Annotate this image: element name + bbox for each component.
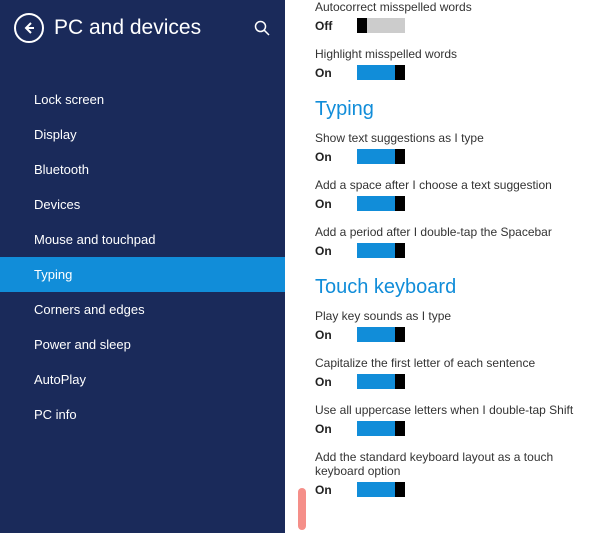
- settings-group: Touch keyboard Play key sounds as I type O…: [315, 276, 580, 497]
- sidebar-item-mouse-and-touchpad[interactable]: Mouse and touchpad: [0, 222, 285, 257]
- toggle-switch[interactable]: [357, 18, 405, 33]
- setting-state-row: On: [315, 327, 580, 342]
- setting-label: Autocorrect misspelled words: [315, 0, 580, 14]
- toggle-switch[interactable]: [357, 65, 405, 80]
- setting-label: Use all uppercase letters when I double-…: [315, 403, 580, 417]
- sidebar-item-typing[interactable]: Typing: [0, 257, 285, 292]
- setting-label: Add the standard keyboard layout as a to…: [315, 450, 580, 478]
- page-title: PC and devices: [54, 16, 253, 40]
- toggle-switch[interactable]: [357, 196, 405, 211]
- sidebar-item-label: Devices: [34, 197, 80, 212]
- setting-state-row: On: [315, 421, 580, 436]
- arrow-left-icon: [22, 21, 36, 35]
- setting-state-text: On: [315, 66, 357, 80]
- settings-content: Autocorrect misspelled words Off Highlight…: [285, 0, 600, 533]
- setting-state-row: On: [315, 196, 580, 211]
- toggle-switch[interactable]: [357, 421, 405, 436]
- setting-label: Add a period after I double-tap the Spac…: [315, 225, 580, 239]
- setting-state-text: On: [315, 422, 357, 436]
- setting-state-row: On: [315, 482, 580, 497]
- setting-label: Highlight misspelled words: [315, 47, 580, 61]
- sidebar-item-label: Bluetooth: [34, 162, 89, 177]
- setting-label: Add a space after I choose a text sugges…: [315, 178, 580, 192]
- sidebar-item-bluetooth[interactable]: Bluetooth: [0, 152, 285, 187]
- sidebar-item-label: Power and sleep: [34, 337, 131, 352]
- setting-state-text: On: [315, 150, 357, 164]
- sidebar-item-label: Typing: [34, 267, 72, 282]
- search-button[interactable]: [253, 19, 271, 37]
- toggle-switch[interactable]: [357, 243, 405, 258]
- sidebar-header: PC and devices: [0, 0, 285, 56]
- section-title: Touch keyboard: [315, 276, 580, 299]
- toggle-switch[interactable]: [357, 374, 405, 389]
- settings-group: Typing Show text suggestions as I type On A…: [315, 98, 580, 258]
- setting-state-text: Off: [315, 19, 357, 33]
- sidebar-item-corners-and-edges[interactable]: Corners and edges: [0, 292, 285, 327]
- setting-row: Highlight misspelled words On: [315, 47, 580, 80]
- sidebar-item-devices[interactable]: Devices: [0, 187, 285, 222]
- setting-state-row: On: [315, 149, 580, 164]
- setting-row: Play key sounds as I type On: [315, 309, 580, 342]
- settings-group: Autocorrect misspelled words Off Highlight…: [315, 0, 580, 80]
- setting-row: Use all uppercase letters when I double-…: [315, 403, 580, 436]
- sidebar: PC and devices Lock screen Display Bluetoo…: [0, 0, 285, 533]
- sidebar-item-label: Lock screen: [34, 92, 104, 107]
- sidebar-item-label: PC info: [34, 407, 77, 422]
- setting-state-row: On: [315, 65, 580, 80]
- sidebar-item-autoplay[interactable]: AutoPlay: [0, 362, 285, 397]
- sidebar-item-power-and-sleep[interactable]: Power and sleep: [0, 327, 285, 362]
- sidebar-item-display[interactable]: Display: [0, 117, 285, 152]
- toggle-switch[interactable]: [357, 482, 405, 497]
- setting-state-text: On: [315, 483, 357, 497]
- setting-row: Add a period after I double-tap the Spac…: [315, 225, 580, 258]
- sidebar-item-label: Corners and edges: [34, 302, 145, 317]
- setting-label: Capitalize the first letter of each sent…: [315, 356, 580, 370]
- setting-row: Autocorrect misspelled words Off: [315, 0, 580, 33]
- setting-label: Show text suggestions as I type: [315, 131, 580, 145]
- back-button[interactable]: [14, 13, 44, 43]
- setting-state-text: On: [315, 328, 357, 342]
- setting-row: Show text suggestions as I type On: [315, 131, 580, 164]
- setting-state-row: Off: [315, 18, 580, 33]
- sidebar-item-label: Display: [34, 127, 77, 142]
- sidebar-item-label: Mouse and touchpad: [34, 232, 155, 247]
- setting-state-row: On: [315, 374, 580, 389]
- setting-row: Capitalize the first letter of each sent…: [315, 356, 580, 389]
- sidebar-item-lock-screen[interactable]: Lock screen: [0, 82, 285, 117]
- sidebar-item-label: AutoPlay: [34, 372, 86, 387]
- search-icon: [254, 20, 270, 36]
- setting-state-text: On: [315, 375, 357, 389]
- setting-state-text: On: [315, 197, 357, 211]
- setting-state-text: On: [315, 244, 357, 258]
- setting-row: Add the standard keyboard layout as a to…: [315, 450, 580, 497]
- setting-label: Play key sounds as I type: [315, 309, 580, 323]
- setting-row: Add a space after I choose a text sugges…: [315, 178, 580, 211]
- toggle-switch[interactable]: [357, 149, 405, 164]
- toggle-switch[interactable]: [357, 327, 405, 342]
- sidebar-item-pc-info[interactable]: PC info: [0, 397, 285, 432]
- sidebar-list: Lock screen Display Bluetooth Devices Mouse …: [0, 56, 285, 432]
- setting-state-row: On: [315, 243, 580, 258]
- section-title: Typing: [315, 98, 580, 121]
